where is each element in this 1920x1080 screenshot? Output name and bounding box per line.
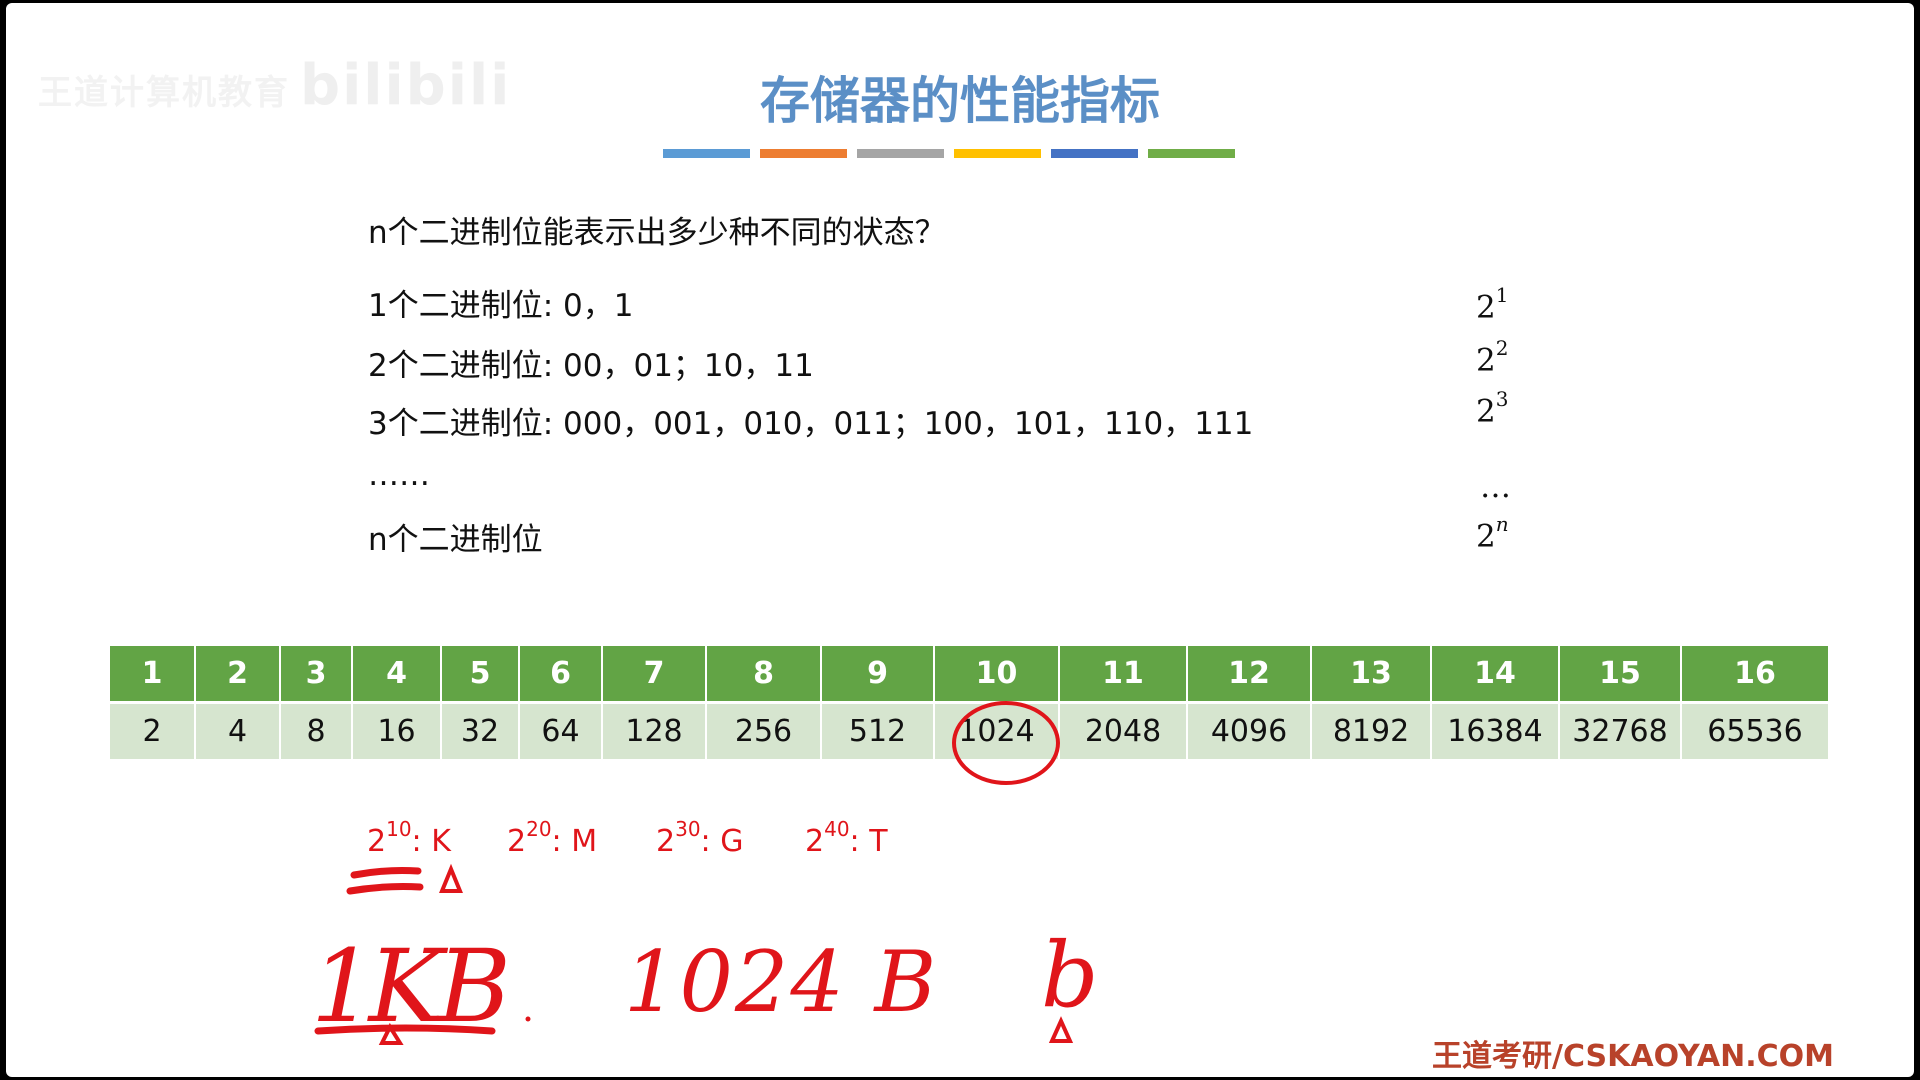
table-cell: 65536 xyxy=(1682,704,1828,759)
bits-line-n: n个二进制位 xyxy=(368,522,543,558)
underline-stroke xyxy=(350,867,422,879)
table-cell: 128 xyxy=(603,704,707,759)
color-bar-segment xyxy=(954,149,1041,158)
table-header-cell: 1 xyxy=(110,646,196,704)
bits-line-ellipsis: …… xyxy=(368,457,430,493)
annotation-giga: 230: G xyxy=(656,817,744,859)
table-header-cell: 4 xyxy=(353,646,442,704)
table-header-cell: 9 xyxy=(822,646,935,704)
handwritten-bit: b xyxy=(1041,923,1099,1028)
powers-of-two-table: 1 2 3 4 5 6 7 8 9 10 11 12 13 14 15 16 2… xyxy=(110,646,1828,759)
table-header-row: 1 2 3 4 5 6 7 8 9 10 11 12 13 14 15 16 xyxy=(110,646,1828,704)
color-bar-segment xyxy=(857,149,944,158)
color-bar-segment xyxy=(760,149,847,158)
table-cell: 64 xyxy=(520,704,603,759)
table-header-cell: 11 xyxy=(1060,646,1188,704)
title-color-bar xyxy=(663,149,1235,158)
annotation-tera: 240: T xyxy=(805,817,888,859)
table-cell: 256 xyxy=(707,704,822,759)
table-cell: 4 xyxy=(196,704,281,759)
table-cell: 4096 xyxy=(1188,704,1312,759)
table-header-cell: 5 xyxy=(442,646,520,704)
ink-annotations xyxy=(314,701,1074,1045)
power-2-n: 2n xyxy=(1476,512,1509,555)
table-cell: 32 xyxy=(442,704,520,759)
video-frame: 王道计算机教育 bilibili 存储器的性能指标 n个二进制位能表示出多少种不同… xyxy=(0,0,1920,1080)
table-header-cell: 2 xyxy=(196,646,281,704)
power-ellipsis: … xyxy=(1480,469,1511,505)
slide-title: 存储器的性能指标 xyxy=(760,72,1160,130)
underline-stroke xyxy=(346,883,424,895)
table-cell: 8 xyxy=(281,704,353,759)
color-bar-segment xyxy=(663,149,750,158)
annotation-kilo: 210: K xyxy=(367,817,451,859)
question-text: n个二进制位能表示出多少种不同的状态？ xyxy=(368,215,946,251)
table-cell: 512 xyxy=(822,704,935,759)
table-cell: 16 xyxy=(353,704,442,759)
power-2-2: 22 xyxy=(1476,336,1509,379)
table-row: 2 4 8 16 32 64 128 256 512 1024 2048 409… xyxy=(110,704,1828,759)
power-2-3: 23 xyxy=(1476,387,1509,430)
ink-dot xyxy=(525,1016,531,1022)
table-cell: 2 xyxy=(110,704,196,759)
power-2-1: 21 xyxy=(1476,283,1509,326)
bits-line-3: 3个二进制位: 000，001，010，011；100，101，110，111 xyxy=(368,406,1254,442)
handwritten-1024b: 1024 B xyxy=(624,933,939,1031)
table-header-cell: 6 xyxy=(520,646,603,704)
handwritten-1kb: 1KB xyxy=(311,928,511,1045)
table-header-cell: 3 xyxy=(281,646,353,704)
color-bar-segment xyxy=(1051,149,1138,158)
annotation-mega: 220: M xyxy=(507,817,598,859)
bits-line-2: 2个二进制位: 00，01；10，11 xyxy=(368,348,814,384)
color-bar-segment xyxy=(1148,149,1235,158)
table-header-cell: 12 xyxy=(1188,646,1312,704)
triangle-mark xyxy=(439,863,463,893)
table-header-cell: 10 xyxy=(935,646,1060,704)
table-header-cell: 7 xyxy=(603,646,707,704)
bits-line-1: 1个二进制位: 0，1 xyxy=(368,288,634,324)
table-cell: 2048 xyxy=(1060,704,1188,759)
table-header-cell: 8 xyxy=(707,646,822,704)
table-header-cell: 14 xyxy=(1432,646,1560,704)
table-cell: 1024 xyxy=(935,704,1060,759)
table-header-cell: 15 xyxy=(1560,646,1682,704)
table-header-cell: 13 xyxy=(1312,646,1432,704)
footer-brand: 王道考研/CSKAOYAN.COM xyxy=(1432,1039,1834,1074)
slide: 王道计算机教育 bilibili 存储器的性能指标 n个二进制位能表示出多少种不同… xyxy=(6,3,1914,1077)
table-cell: 8192 xyxy=(1312,704,1432,759)
table-cell: 32768 xyxy=(1560,704,1682,759)
table-cell: 16384 xyxy=(1432,704,1560,759)
table-header-cell: 16 xyxy=(1682,646,1828,704)
